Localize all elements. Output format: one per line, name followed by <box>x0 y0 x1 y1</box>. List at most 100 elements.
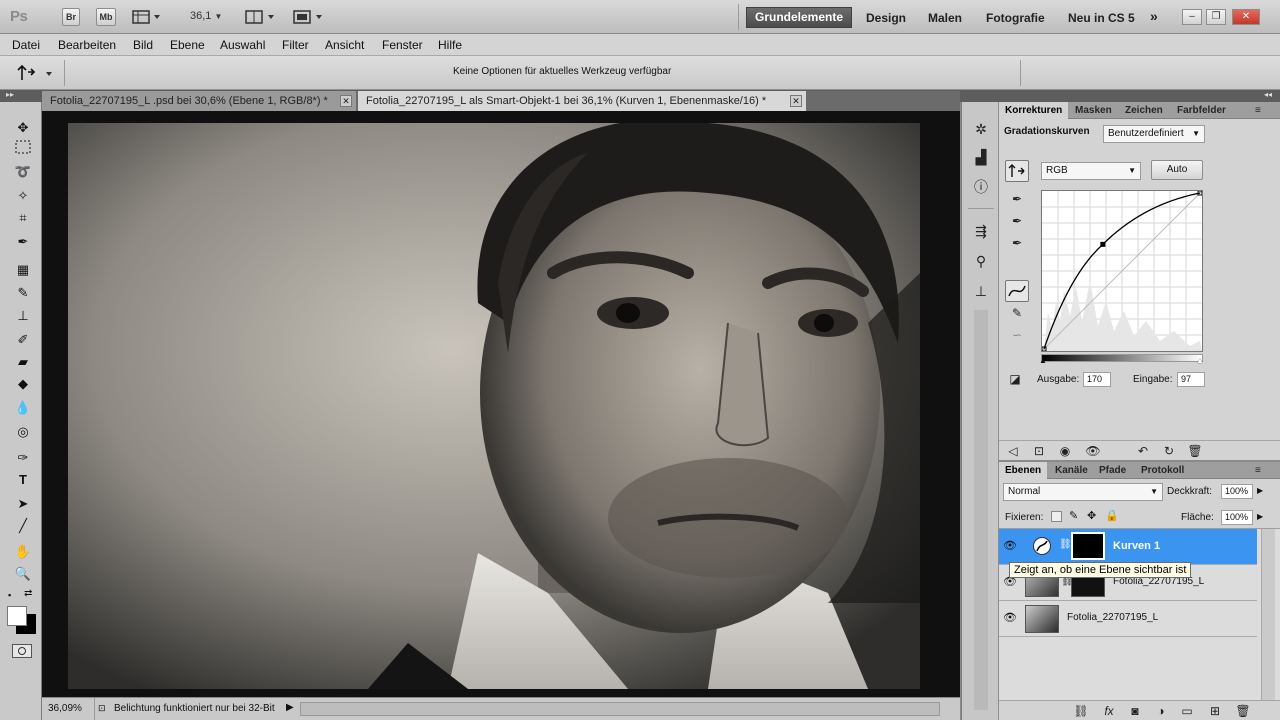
document-tab-2[interactable]: Fotolia_22707195_L als Smart-Objekt-1 be… <box>358 91 806 111</box>
workspace-grundelemente[interactable]: Grundelemente <box>746 7 852 28</box>
lock-all-icon[interactable]: 🔒 <box>1105 509 1119 522</box>
histogram-icon[interactable]: ▟ <box>971 148 991 166</box>
brush-presets-icon[interactable]: ⚲ <box>971 252 991 270</box>
info-icon[interactable]: ⓘ <box>971 178 991 196</box>
curves-plot[interactable] <box>1041 190 1203 352</box>
close-tab-icon[interactable]: ✕ <box>790 95 802 107</box>
clone-source-icon[interactable]: ⊥ <box>971 282 991 300</box>
expand-arrows-icon[interactable]: ◂◂ <box>1264 90 1272 99</box>
layer-name[interactable]: Kurven 1 <box>1113 540 1160 552</box>
workspace-fotografie[interactable]: Fotografie <box>986 11 1045 25</box>
menu-ebene[interactable]: Ebene <box>170 38 205 52</box>
menu-bearbeiten[interactable]: Bearbeiten <box>58 38 116 52</box>
minimize-button[interactable]: ‒ <box>1182 9 1202 25</box>
mini-bridge-button[interactable]: Mb <box>96 8 116 26</box>
brush-tool-icon[interactable]: ✎ <box>12 283 34 303</box>
status-zoom[interactable]: 36,09% <box>48 703 82 714</box>
curves-preset-dropdown[interactable]: Benutzerdefiniert ▼ <box>1103 125 1205 143</box>
menu-auswahl[interactable]: Auswahl <box>220 38 265 52</box>
lasso-tool-icon[interactable]: ➰ <box>12 162 34 182</box>
panel-menu-icon[interactable]: ≡ <box>1249 462 1267 479</box>
tab-masken[interactable]: Masken <box>1069 102 1118 119</box>
visibility-eye-icon[interactable]: 👁 <box>1003 539 1017 553</box>
link-layers-icon[interactable]: ⛓ <box>1071 702 1091 720</box>
smooth-curve-icon[interactable]: ∽ <box>1007 326 1027 344</box>
input-input[interactable]: 97 <box>1177 372 1205 387</box>
layer-name[interactable]: Fotolia_22707195_L <box>1067 612 1158 623</box>
quick-mask-icon[interactable] <box>12 644 32 658</box>
tool-preset-picker[interactable] <box>14 62 56 84</box>
view-previous-state-icon[interactable]: ↶ <box>1133 442 1153 460</box>
clip-to-layer-icon[interactable]: ◉ <box>1055 442 1075 460</box>
zoom-tool-icon[interactable]: 🔍 <box>12 564 34 584</box>
white-point-eyedropper-icon[interactable]: ✒ <box>1007 234 1027 252</box>
horizontal-scrollbar[interactable] <box>300 702 940 716</box>
tab-pfade[interactable]: Pfade <box>1093 462 1132 479</box>
blur-tool-icon[interactable]: 💧 <box>12 398 34 418</box>
gray-point-eyedropper-icon[interactable]: ✒ <box>1007 212 1027 230</box>
tab-farbfelder[interactable]: Farbfelder <box>1171 102 1232 119</box>
opacity-slider-arrow-icon[interactable]: ▶ <box>1257 486 1263 495</box>
move-tool-icon[interactable]: ✥ <box>12 118 34 138</box>
white-slider-icon[interactable]: ▲ <box>1196 356 1204 365</box>
black-slider-icon[interactable]: ▲ <box>1039 356 1047 365</box>
on-image-adjust-tool[interactable] <box>1005 160 1029 182</box>
layer-style-icon[interactable]: fx <box>1099 702 1119 720</box>
new-layer-icon[interactable]: ⊞ <box>1205 702 1225 720</box>
tab-kanaele[interactable]: Kanäle <box>1049 462 1094 479</box>
pen-tool-icon[interactable]: ✑ <box>12 448 34 468</box>
new-adjustment-layer-icon[interactable]: ◑ <box>1151 702 1171 720</box>
close-button[interactable]: ✕ <box>1232 9 1260 25</box>
marquee-tool-icon[interactable] <box>12 140 34 160</box>
layers-scrollbar[interactable] <box>1261 529 1275 701</box>
curve-control-point[interactable] <box>1100 241 1106 247</box>
dodge-tool-icon[interactable]: ◎ <box>12 422 34 442</box>
expand-view-icon[interactable]: ⊡ <box>1029 442 1049 460</box>
paint-bucket-tool-icon[interactable]: ◆ <box>12 374 34 394</box>
close-tab-icon[interactable]: ✕ <box>340 95 352 107</box>
navigator-icon[interactable]: ✲ <box>971 120 991 138</box>
blend-mode-dropdown[interactable]: Normal ▼ <box>1003 483 1163 501</box>
layer-row-kurven[interactable]: 👁 ⛓ Kurven 1 <box>999 529 1257 565</box>
spot-healing-tool-icon[interactable]: ▦ <box>12 260 34 280</box>
layer-row-base[interactable]: 👁 Fotolia_22707195_L <box>999 601 1257 637</box>
menu-ansicht[interactable]: Ansicht <box>325 38 364 52</box>
layer-link-icon[interactable]: ⛓ <box>1059 539 1072 550</box>
black-point-eyedropper-icon[interactable]: ✒ <box>1007 190 1027 208</box>
tab-ebenen[interactable]: Ebenen <box>999 462 1048 479</box>
hand-tool-icon[interactable]: ✋ <box>12 542 34 562</box>
menu-filter[interactable]: Filter <box>282 38 309 52</box>
eraser-tool-icon[interactable]: ▰ <box>12 352 34 372</box>
visibility-eye-icon[interactable]: 👁 <box>1083 442 1103 460</box>
status-menu-arrow-icon[interactable]: ▶ <box>286 702 294 713</box>
reset-icon[interactable]: ↻ <box>1159 442 1179 460</box>
opacity-input[interactable]: 100% <box>1221 484 1253 499</box>
new-group-icon[interactable]: ▭ <box>1177 702 1197 720</box>
layer-mask-thumbnail[interactable] <box>1071 532 1105 560</box>
menu-hilfe[interactable]: Hilfe <box>438 38 462 52</box>
trash-icon[interactable]: 🗑 <box>1233 702 1253 720</box>
trash-icon[interactable]: 🗑 <box>1185 442 1205 460</box>
menu-fenster[interactable]: Fenster <box>382 38 423 52</box>
channel-dropdown[interactable]: RGB ▼ <box>1041 162 1141 180</box>
add-mask-icon[interactable]: ◙ <box>1125 702 1145 720</box>
document-tab-1[interactable]: Fotolia_22707195_L .psd bei 30,6% (Ebene… <box>42 91 356 111</box>
vertical-scrollbar[interactable] <box>974 310 988 710</box>
screen-mode-dropdown[interactable] <box>292 9 328 25</box>
view-extras-dropdown[interactable] <box>132 9 162 25</box>
path-selection-tool-icon[interactable]: ➤ <box>12 494 34 514</box>
arrange-documents-dropdown[interactable] <box>244 9 280 25</box>
type-tool-icon[interactable]: T <box>12 470 34 490</box>
pencil-draw-icon[interactable]: ✎ <box>1007 304 1027 322</box>
default-colors-icon[interactable]: ▪ <box>8 590 11 600</box>
tab-protokoll[interactable]: Protokoll <box>1135 462 1190 479</box>
lock-image-icon[interactable]: ✎ <box>1069 509 1078 522</box>
tab-korrekturen[interactable]: Korrekturen <box>999 102 1069 119</box>
lock-position-icon[interactable]: ✥ <box>1087 509 1096 522</box>
foreground-color-swatch[interactable] <box>7 606 27 626</box>
restore-button[interactable]: ❐ <box>1206 9 1226 25</box>
back-arrow-icon[interactable]: ◁ <box>1003 442 1023 460</box>
output-input[interactable]: 170 <box>1083 372 1111 387</box>
clone-stamp-tool-icon[interactable]: ⊥ <box>12 306 34 326</box>
clipping-display-icon[interactable]: ◪ <box>1005 370 1025 388</box>
